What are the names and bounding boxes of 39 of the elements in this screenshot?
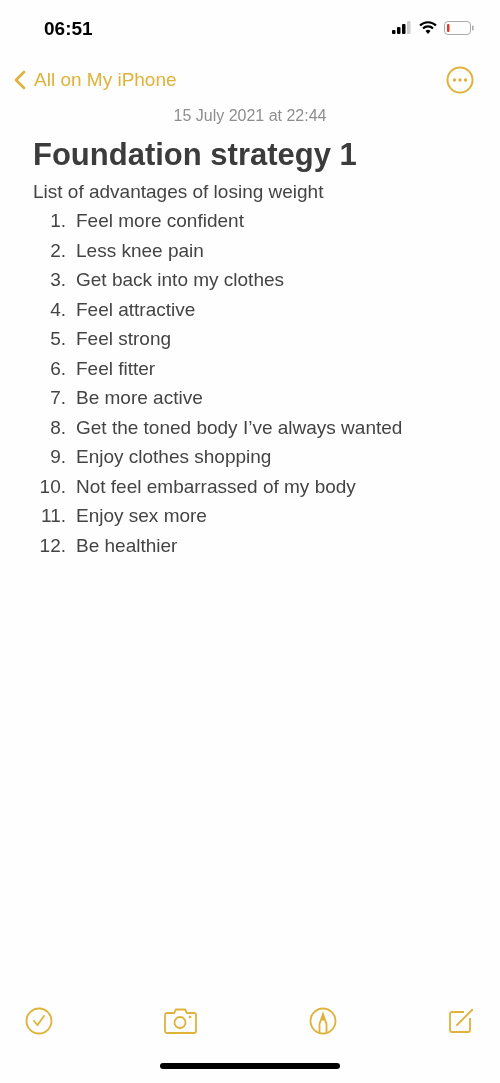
compose-icon[interactable] (448, 1008, 474, 1034)
list-item-text: Feel more confident (76, 209, 244, 233)
list-number: 9. (49, 445, 66, 469)
note-date: 15 July 2021 at 22:44 (173, 107, 327, 125)
list-item-text: Get the toned body I’ve always wanted (76, 415, 403, 440)
list-number: 12. (38, 533, 66, 558)
clock-time: 06:51 (44, 16, 93, 40)
back-button[interactable]: All on My iPhone (14, 69, 177, 91)
note-title: Foundation strategy 1 (33, 137, 358, 173)
list-number: 2. (49, 238, 66, 263)
list-item-text: Enjoy sex more (76, 504, 207, 528)
list-number: 10. (38, 474, 66, 499)
chevron-icon (14, 70, 26, 90)
note-text: List of advantages of losing weight (33, 180, 325, 204)
list-item-text: Feel strong (76, 327, 172, 351)
checklist-icon[interactable] (25, 1007, 53, 1035)
wifi-icon (419, 21, 437, 34)
list-number: 3. (49, 268, 66, 292)
list-number: 11. (40, 504, 66, 528)
home-indicator[interactable] (160, 1063, 340, 1069)
list-number: 8. (49, 415, 66, 440)
list-item-text: Be more active (76, 386, 203, 410)
battery-icon (444, 20, 474, 35)
more-icon[interactable] (446, 66, 474, 94)
list-number: 6. (49, 356, 66, 381)
list-item-text: Get back into my clothes (76, 268, 285, 292)
list-number: 4. (49, 297, 66, 322)
pen-icon[interactable] (308, 1007, 337, 1035)
list-number: 1. (49, 209, 66, 233)
camera-icon[interactable] (164, 1008, 198, 1034)
list-item-text: Feel attractive (76, 297, 196, 322)
list-number: 5. (49, 327, 66, 351)
list-item-text: Be healthier (76, 533, 178, 558)
signal-icon (392, 21, 412, 34)
list-item-text: Enjoy clothes shopping (76, 445, 272, 469)
list-item-text: Feel fitter (76, 356, 156, 381)
list-item-text: Not feel embarrassed of my body (76, 474, 356, 499)
list-number: 7. (49, 386, 66, 410)
list-item-text: Less knee pain (76, 238, 204, 263)
